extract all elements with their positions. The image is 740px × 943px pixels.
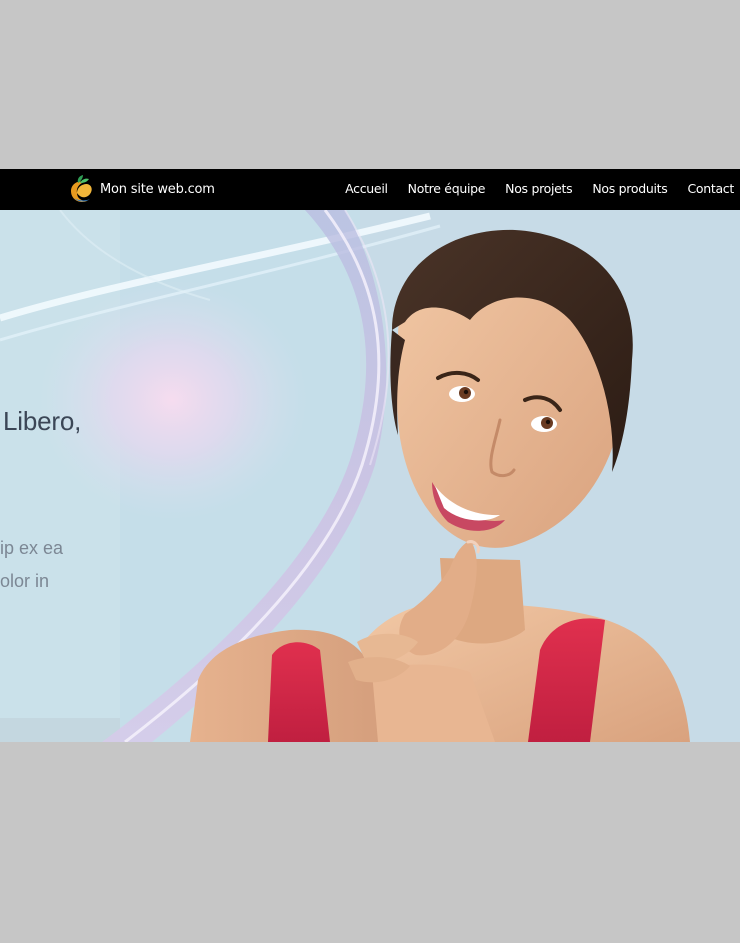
top-navbar: Mon site web.com Accueil Notre équipe No…: [0, 169, 740, 210]
page: Mon site web.com Accueil Notre équipe No…: [0, 0, 740, 943]
nav-link-nos-produits[interactable]: Nos produits: [592, 181, 667, 199]
brand-home-link[interactable]: Mon site web.com: [68, 173, 215, 205]
nav-link-nos-projets[interactable]: Nos projets: [505, 181, 573, 199]
nav-link-notre-equipe[interactable]: Notre équipe: [408, 181, 486, 199]
hero-banner: Libero, ip ex ea olor in: [0, 210, 740, 742]
main-nav: Accueil Notre équipe Nos projets Nos pro…: [345, 169, 734, 210]
hero-background-art: [0, 210, 740, 742]
nav-link-accueil[interactable]: Accueil: [345, 181, 388, 199]
brand-name: Mon site web.com: [100, 181, 215, 197]
leaf-swirl-logo-icon: [68, 174, 94, 204]
nav-link-contact[interactable]: Contact: [687, 181, 734, 199]
